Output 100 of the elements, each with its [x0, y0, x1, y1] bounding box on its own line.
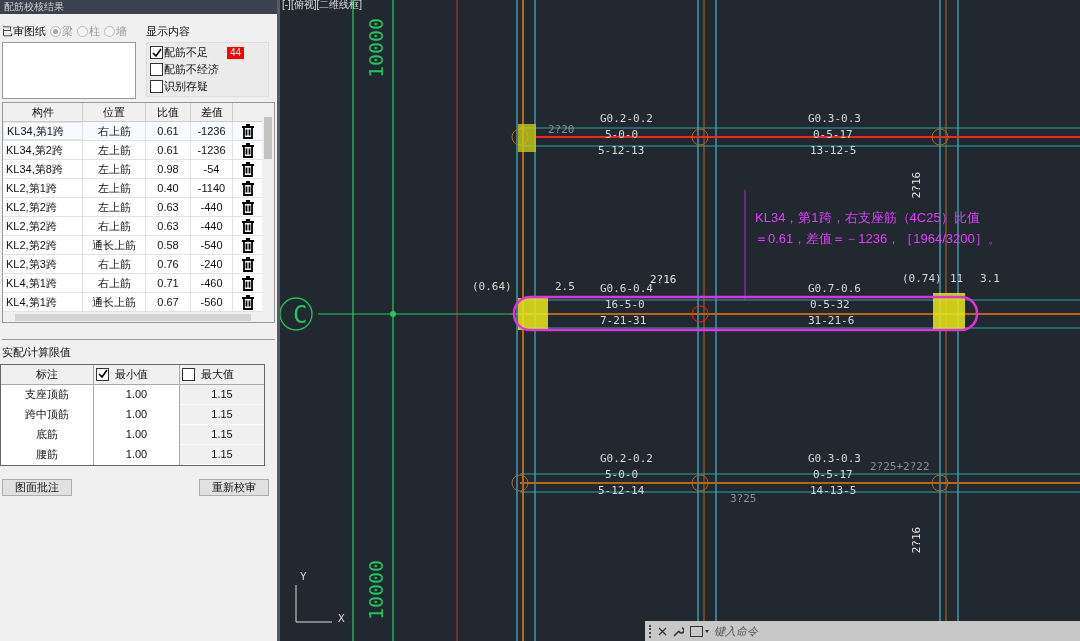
table-cell: 0.71: [146, 274, 191, 293]
radio-label: 墙: [116, 23, 127, 39]
table-cell: 左上筋: [83, 141, 146, 160]
table-row[interactable]: KL34,第1跨 右上筋 0.61 -1236: [3, 121, 262, 142]
drawing-label: 3?25: [730, 492, 757, 505]
table-cell: 1.15: [180, 444, 264, 465]
table-row[interactable]: KL34,第2跨 左上筋 0.61 -1236: [3, 141, 262, 161]
column-header: 最小值: [115, 366, 148, 382]
drawing-label: 31-21-6: [808, 314, 855, 327]
drawing-label: G0.2-0.2: [600, 112, 653, 125]
drawing-label: 3.1: [980, 272, 1000, 285]
table-row[interactable]: KL34,第8跨 左上筋 0.98 -54: [3, 160, 262, 180]
table-row[interactable]: KL2,第1跨 左上筋 0.40 -1140: [3, 179, 262, 199]
trash-icon[interactable]: [240, 256, 255, 272]
column-header[interactable]: 差值: [191, 103, 233, 122]
option-label: 配筋不经济: [164, 62, 219, 78]
drawing-label: 13-12-5: [810, 144, 857, 157]
checkbox[interactable]: [182, 367, 195, 381]
vertical-scrollbar[interactable]: [262, 103, 274, 312]
terminal-icon[interactable]: [690, 625, 710, 637]
table-cell: 右上筋: [83, 255, 146, 274]
action-button[interactable]: 重新校审: [199, 478, 269, 496]
drawing-label: 2.5: [555, 280, 575, 293]
table-cell: -240: [191, 255, 233, 274]
table-cell: 左上筋: [83, 198, 146, 217]
trash-icon[interactable]: [240, 161, 255, 177]
table-row[interactable]: KL2,第2跨 左上筋 0.63 -440: [3, 198, 262, 218]
column-header[interactable]: 构件: [3, 103, 83, 122]
table-row[interactable]: KL4,第1跨 右上筋 0.71 -460: [3, 274, 262, 294]
table-cell: KL4,第1跨: [3, 274, 83, 293]
panel-title: 配筋校核结果: [4, 2, 64, 12]
section-label: 实配/计算限值: [1, 345, 73, 360]
trash-icon[interactable]: [240, 294, 255, 310]
drawing-label: 10000: [364, 17, 388, 79]
checkbox[interactable]: [150, 80, 163, 93]
check-icon: [97, 369, 108, 379]
drawing-label: G0.3-0.3: [808, 112, 861, 125]
drawing-label: 5-12-13: [598, 144, 645, 157]
table-cell: 0.63: [146, 198, 191, 217]
table-cell: 左上筋: [83, 160, 146, 179]
annotation-text: ＝0.61，差值＝－1236，［1964/3200］。: [755, 231, 1001, 246]
drawing-label: G0.7-0.6: [808, 282, 861, 295]
trash-icon[interactable]: [240, 199, 255, 215]
ucs-axes-icon: [295, 584, 333, 623]
table-row[interactable]: KL2,第3跨 右上筋 0.76 -240: [3, 255, 262, 275]
drawing-label: 0-5-32: [810, 298, 850, 311]
drawing-label: 11: [950, 272, 964, 285]
table-cell: KL4,第1跨: [3, 293, 83, 311]
column-header[interactable]: 位置: [83, 103, 146, 122]
table-cell: 左上筋: [83, 179, 146, 198]
drawing-label: Y: [300, 570, 307, 583]
drawing-label: 0-5-17: [813, 468, 853, 481]
close-icon[interactable]: [658, 626, 667, 636]
trash-icon[interactable]: [240, 123, 255, 139]
viewport-label[interactable]: [-][俯视][二维线框]: [282, 0, 362, 10]
table-cell: -1236: [191, 121, 233, 141]
table-row[interactable]: KL4,第1跨 通长上筋 0.67 -560: [3, 293, 262, 312]
checkbox[interactable]: [150, 46, 163, 59]
drawing-label: 16-5-0: [605, 298, 645, 311]
action-button[interactable]: 图面批注: [2, 478, 72, 496]
table-cell: 0.67: [146, 293, 191, 311]
table-cell: -440: [191, 217, 233, 236]
drawing-list[interactable]: [2, 42, 136, 99]
grip-icon: [649, 624, 652, 638]
drawing-label: (0.64): [472, 280, 512, 293]
table-cell: KL34,第1跨: [3, 121, 83, 141]
table-cell: -1140: [191, 179, 233, 198]
command-input[interactable]: 键入命令: [714, 621, 1080, 641]
table-cell: 通长上筋: [83, 236, 146, 255]
horizontal-scrollbar[interactable]: [3, 312, 274, 322]
table-row[interactable]: KL2,第2跨 右上筋 0.63 -440: [3, 217, 262, 237]
table-cell: -54: [191, 160, 233, 179]
drawing-label: 5-0-0: [605, 468, 639, 481]
trash-icon[interactable]: [240, 142, 255, 158]
option-label: 识别存疑: [164, 79, 208, 95]
trash-icon[interactable]: [240, 275, 255, 291]
table-cell: 1.15: [180, 424, 264, 445]
table-cell: KL2,第2跨: [3, 236, 83, 255]
radio-label: 梁: [62, 23, 73, 39]
trash-icon[interactable]: [240, 218, 255, 234]
table-cell: 0.61: [146, 141, 191, 160]
table-cell: 0.58: [146, 236, 191, 255]
drawing-label: 2?16: [910, 526, 923, 554]
table-cell: 1.15: [180, 384, 264, 405]
table-cell: KL2,第3跨: [3, 255, 83, 274]
grid-axis-bubble: [280, 297, 313, 331]
trash-icon[interactable]: [240, 237, 255, 253]
table-cell: -440: [191, 198, 233, 217]
table-cell: 0.61: [146, 121, 191, 141]
section-label: 显示内容: [146, 23, 191, 39]
checkbox[interactable]: [96, 367, 109, 381]
drawing-label: 5-12-14: [598, 484, 645, 497]
drawing-label: 14-13-5: [810, 484, 857, 497]
annotation-text: KL34，第1跨，右支座筋（4C25）比值: [755, 210, 980, 225]
checkbox[interactable]: [150, 63, 163, 76]
column-header[interactable]: 比值: [146, 103, 191, 122]
radio-label: 柱: [89, 23, 100, 39]
drawing-label: 10000: [364, 559, 388, 621]
table-row[interactable]: KL2,第2跨 通长上筋 0.58 -540: [3, 236, 262, 256]
trash-icon[interactable]: [240, 180, 255, 196]
